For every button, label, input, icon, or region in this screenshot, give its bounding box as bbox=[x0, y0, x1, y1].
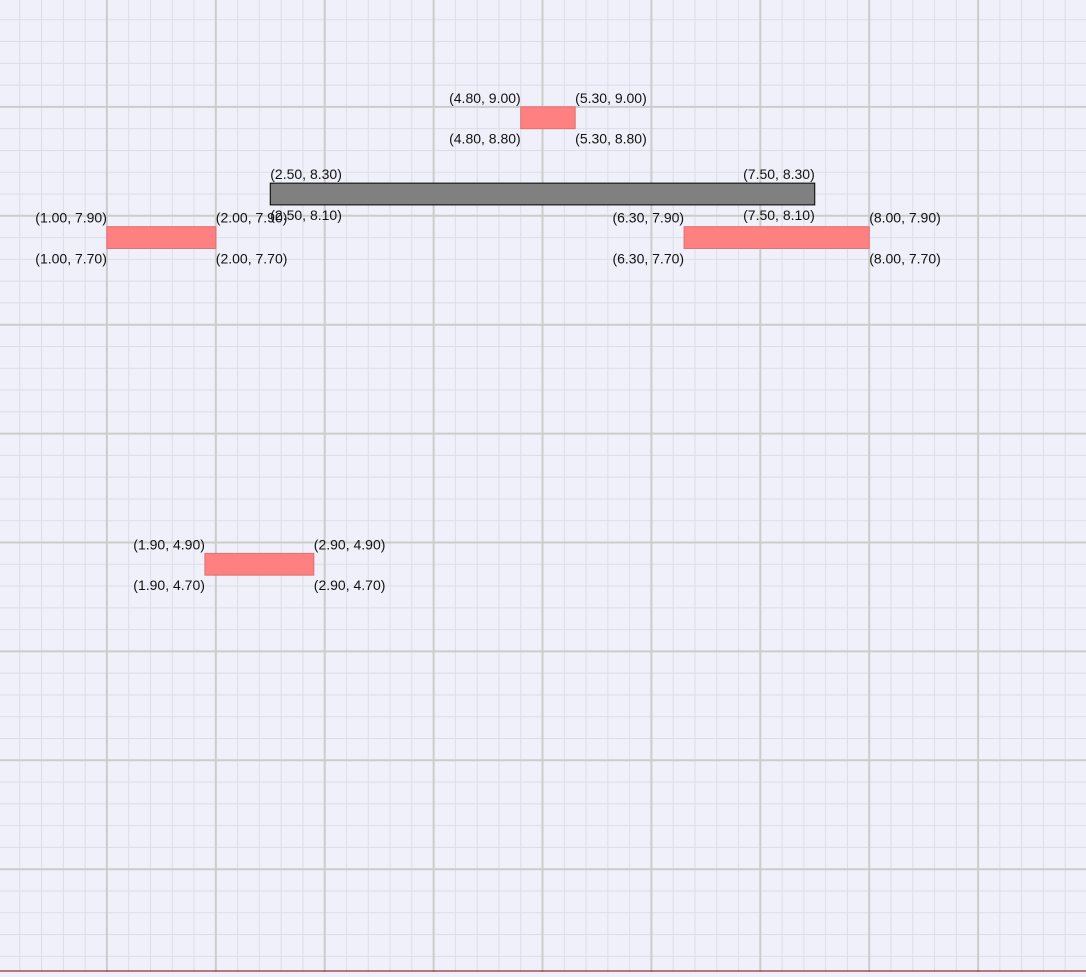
corner-label-top-left: (1.00, 7.90) bbox=[35, 210, 107, 226]
corner-label-bottom-right: (7.50, 8.10) bbox=[743, 207, 815, 223]
grid-major-lines bbox=[0, 0, 1086, 972]
target-block bbox=[520, 106, 576, 130]
agent-block bbox=[269, 182, 816, 206]
corner-label-bottom-left: (4.80, 8.80) bbox=[449, 131, 521, 147]
corner-labels-layer: (4.80, 9.00) (5.30, 9.00) (4.80, 8.80) (5.3… bbox=[35, 90, 941, 593]
corner-label-bottom-left: (6.30, 7.70) bbox=[612, 250, 684, 266]
coordinate-canvas: (4.80, 9.00) (5.30, 9.00) (4.80, 8.80) (5.3… bbox=[0, 0, 1086, 972]
board-svg: (4.80, 9.00) (5.30, 9.00) (4.80, 8.80) (5.3… bbox=[0, 0, 1086, 972]
corner-label-bottom-right: (5.30, 8.80) bbox=[575, 131, 647, 147]
corner-label-top-right: (2.90, 4.90) bbox=[314, 536, 386, 552]
corner-label-top-left: (2.50, 8.30) bbox=[270, 166, 342, 182]
corner-label-bottom-left: (2.50, 8.10) bbox=[270, 207, 342, 223]
corner-label-top-right: (8.00, 7.90) bbox=[869, 210, 941, 226]
corner-label-top-left: (6.30, 7.90) bbox=[612, 210, 684, 226]
corner-label-top-right: (5.30, 9.00) bbox=[575, 90, 647, 106]
target-block bbox=[204, 552, 315, 576]
corner-label-top-right: (7.50, 8.30) bbox=[743, 166, 815, 182]
corner-label-bottom-right: (8.00, 7.70) bbox=[869, 250, 941, 266]
corner-label-top-left: (4.80, 9.00) bbox=[449, 90, 521, 106]
target-block bbox=[106, 226, 217, 249]
corner-label-bottom-right: (2.00, 7.70) bbox=[216, 250, 288, 266]
corner-label-bottom-left: (1.00, 7.70) bbox=[35, 250, 107, 266]
target-block bbox=[683, 226, 870, 249]
corner-label-bottom-left: (1.90, 4.70) bbox=[133, 577, 205, 593]
corner-label-top-left: (1.90, 4.90) bbox=[133, 536, 205, 552]
corner-label-bottom-right: (2.90, 4.70) bbox=[314, 577, 386, 593]
